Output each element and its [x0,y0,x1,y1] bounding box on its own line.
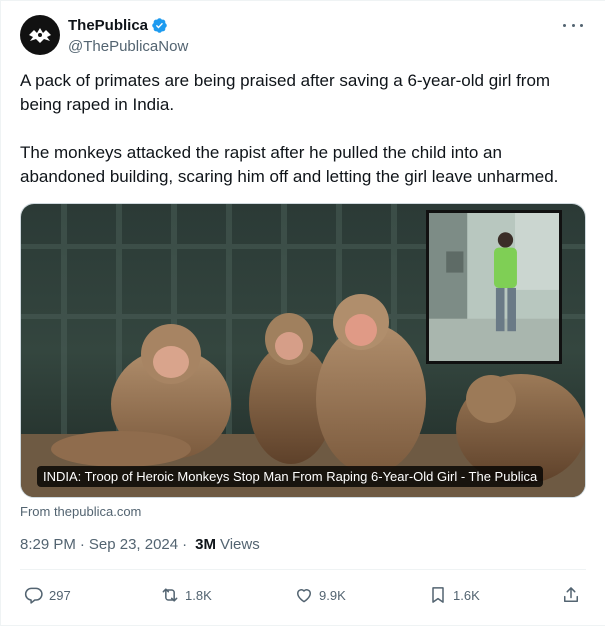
divider [20,569,586,570]
avatar[interactable] [20,15,60,55]
like-icon [297,589,311,603]
link-card-media[interactable]: INDIA: Troop of Heroic Monkeys Stop Man … [20,203,586,498]
bookmark-icon [432,587,444,603]
reply-icon [24,587,43,604]
tweet-time[interactable]: 8:29 PM [20,536,76,553]
views-label: Views [219,536,260,553]
tweet-date[interactable]: Sep 23, 2024 [89,536,178,553]
meta-separator: · [182,536,188,553]
media-caption: INDIA: Troop of Heroic Monkeys Stop Man … [37,466,544,487]
views-count: 3M [195,536,216,553]
cctv-inset-photo [426,210,562,364]
share-icon [564,587,578,602]
repost-button[interactable]: 1.8K [160,583,212,607]
more-icon[interactable] [563,17,583,33]
author-handle[interactable]: @ThePublicaNow [68,38,188,55]
author-display-name[interactable]: ThePublica [68,17,148,34]
tweet-meta: 8:29 PM · Sep 23, 2024 · 3M Views [20,536,260,553]
repost-count: 1.8K [185,587,212,603]
like-button[interactable]: 9.9K [294,583,346,607]
like-count: 9.9K [319,587,346,603]
reply-count: 297 [49,587,71,603]
author-name-row: ThePublica [68,17,168,34]
bookmark-button[interactable]: 1.6K [428,583,480,607]
tweet-paragraph-1: A pack of primates are being praised aft… [20,71,555,114]
share-button[interactable] [561,583,581,607]
reply-button[interactable]: 297 [24,583,71,607]
bookmark-count: 1.6K [453,587,480,603]
tweet-card: ThePublica @ThePublicaNow A pack of prim… [0,0,605,626]
tweet-text: A pack of primates are being praised aft… [20,69,590,189]
link-source[interactable]: From thepublica.com [20,504,141,519]
publica-logo-icon [29,28,51,43]
meta-separator: · [79,536,85,553]
repost-icon [162,588,178,602]
action-bar: 297 1.8K 9.9K 1.6K [20,583,586,607]
verified-icon [151,17,168,34]
tweet-paragraph-2: The monkeys attacked the rapist after he… [20,143,559,186]
